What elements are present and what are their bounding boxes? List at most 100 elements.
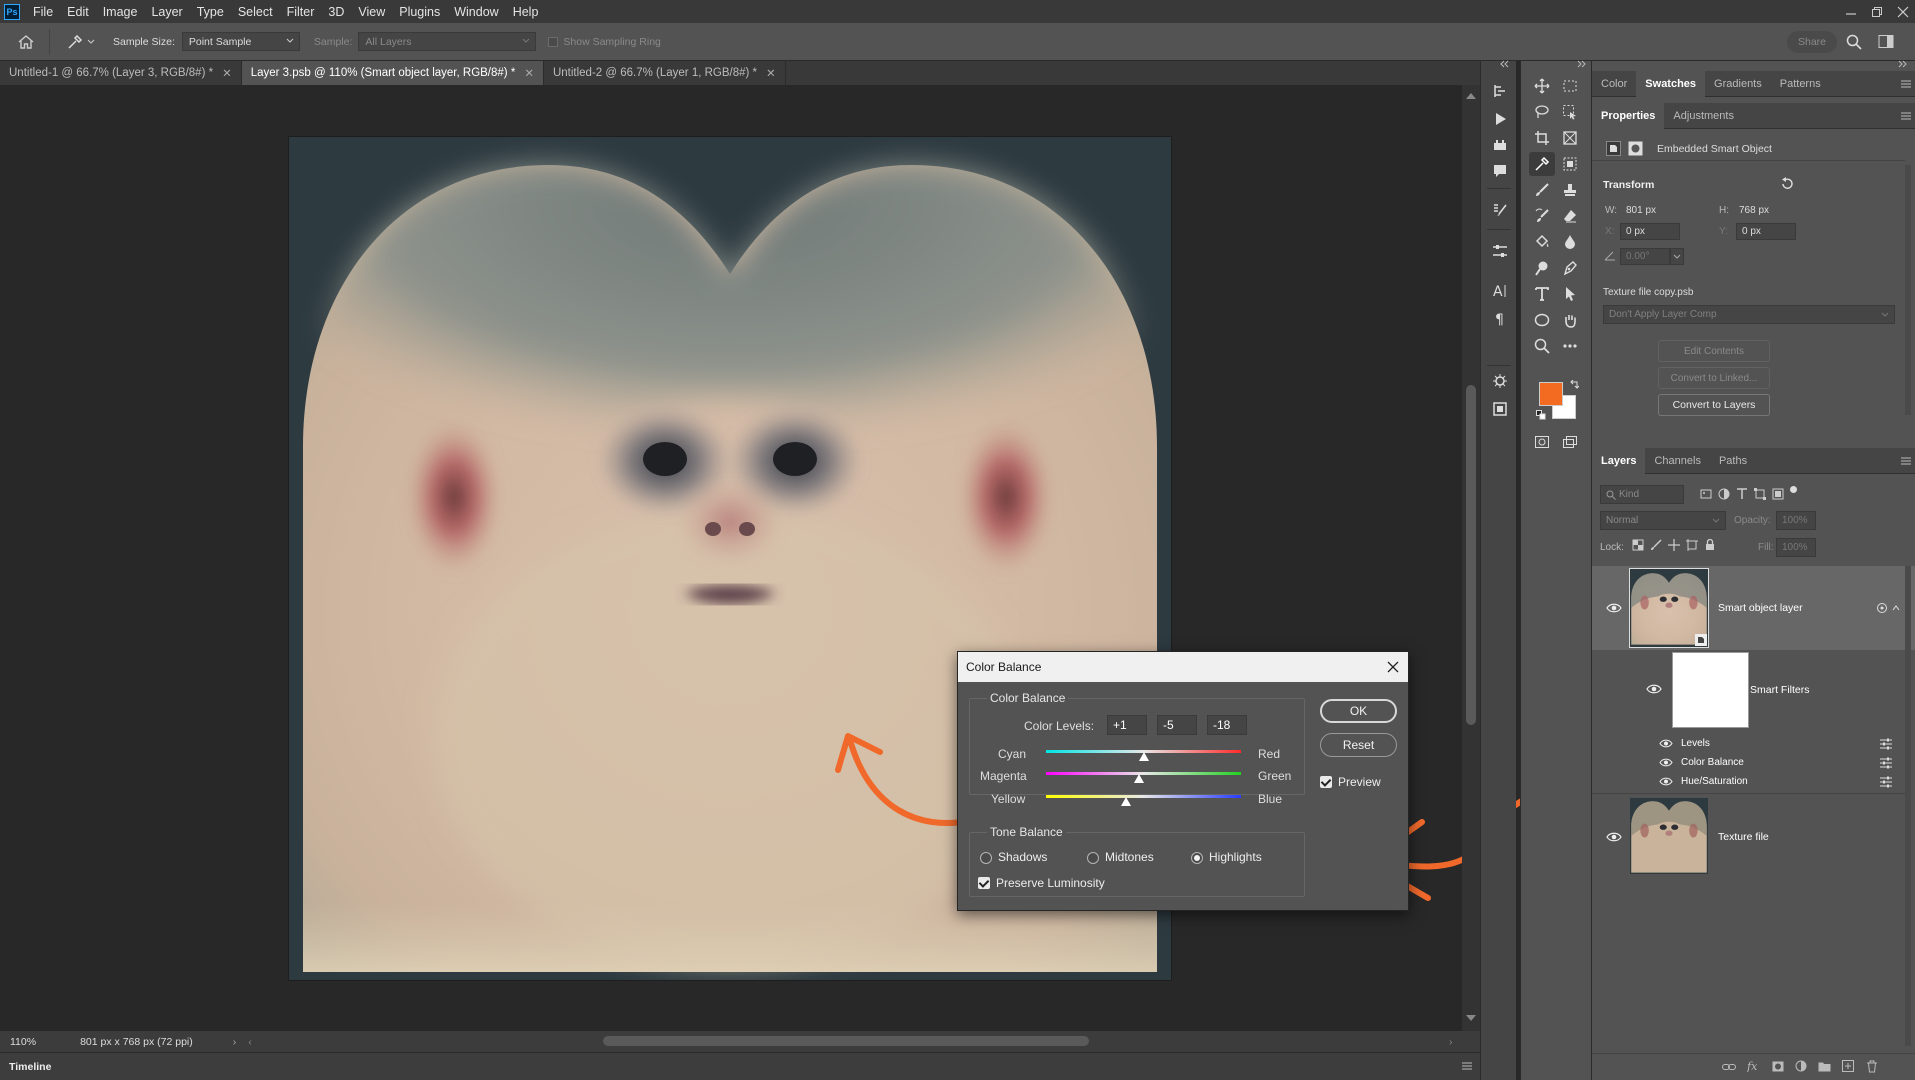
delete-layer-icon[interactable]: [1866, 1060, 1878, 1073]
timeline-label[interactable]: Timeline: [9, 1061, 51, 1073]
color-level-cyan-red-field[interactable]: +1: [1107, 715, 1147, 735]
vertical-scrollbar[interactable]: [1462, 85, 1480, 1031]
rotate-view-tool[interactable]: [1557, 308, 1583, 332]
scroll-down-arrow[interactable]: [1466, 1015, 1476, 1021]
eyedropper-tool[interactable]: [1529, 152, 1555, 176]
expand-arrows-icon[interactable]: [1577, 60, 1587, 68]
shadows-radio[interactable]: [980, 852, 992, 864]
cyan-red-slider-thumb[interactable]: [1139, 752, 1150, 761]
preserve-luminosity-checkbox[interactable]: [978, 877, 990, 889]
shape-tool[interactable]: [1529, 308, 1555, 332]
filter-options-icon[interactable]: [1880, 776, 1892, 788]
tab-color[interactable]: Color: [1592, 71, 1636, 97]
smart-filters-indicator-icon[interactable]: [1876, 602, 1888, 614]
edit-contents-button[interactable]: Edit Contents: [1658, 340, 1770, 362]
scroll-left-arrow[interactable]: ‹: [248, 1036, 252, 1048]
angle-field[interactable]: 0.00°: [1620, 248, 1670, 265]
properties-scrollbar[interactable]: [1905, 165, 1911, 415]
visibility-eye-icon[interactable]: [1606, 602, 1622, 614]
filter-toggle[interactable]: [1790, 486, 1797, 493]
layer-comp-select[interactable]: Don't Apply Layer Comp: [1603, 305, 1895, 324]
paragraph-icon[interactable]: ¶: [1492, 311, 1508, 327]
adjustment-sliders-icon[interactable]: [1492, 243, 1508, 259]
marquee-tool[interactable]: [1557, 74, 1583, 98]
panel-menu-icon[interactable]: [1901, 80, 1911, 88]
tab-properties[interactable]: Properties: [1592, 102, 1665, 129]
visibility-eye-icon[interactable]: [1659, 757, 1675, 769]
dialog-title-bar[interactable]: Color Balance: [958, 652, 1408, 682]
visibility-eye-icon[interactable]: [1646, 683, 1662, 695]
scroll-right-arrow[interactable]: ›: [1449, 1036, 1453, 1048]
filter-row-levels[interactable]: Levels: [1592, 735, 1915, 753]
object-selection-tool[interactable]: [1557, 100, 1583, 124]
zoom-tool[interactable]: [1529, 334, 1555, 358]
fill-field[interactable]: 100%: [1776, 538, 1816, 557]
paint-bucket-tool[interactable]: [1529, 230, 1555, 254]
pen-tool[interactable]: [1557, 256, 1583, 280]
collapse-arrows-icon[interactable]: [1499, 60, 1509, 68]
panel-menu-icon[interactable]: [1462, 1062, 1472, 1070]
type-tool[interactable]: [1529, 282, 1555, 306]
filter-shape-icon[interactable]: [1754, 488, 1766, 500]
shadows-label[interactable]: Shadows: [998, 850, 1047, 864]
new-layer-icon[interactable]: [1842, 1060, 1854, 1072]
yellow-blue-slider-thumb[interactable]: [1120, 797, 1131, 806]
reset-button[interactable]: Reset: [1320, 733, 1397, 757]
tab-swatches[interactable]: Swatches: [1636, 70, 1706, 97]
zoom-level[interactable]: 110%: [10, 1036, 36, 1048]
layers-scrollbar[interactable]: [1905, 566, 1911, 1046]
visibility-eye-icon[interactable]: [1659, 738, 1675, 750]
document-info[interactable]: 801 px x 768 px (72 ppi): [80, 1036, 193, 1048]
more-tools[interactable]: [1557, 334, 1583, 358]
foreground-color-swatch[interactable]: [1539, 382, 1563, 406]
filter-smart-object-icon[interactable]: [1772, 488, 1784, 500]
preserve-luminosity-label[interactable]: Preserve Luminosity: [996, 876, 1105, 890]
blur-tool[interactable]: [1557, 230, 1583, 254]
opacity-field[interactable]: 100%: [1776, 511, 1816, 530]
blend-mode-select[interactable]: Normal: [1600, 511, 1726, 530]
tab-adjustments[interactable]: Adjustments: [1664, 103, 1743, 129]
close-icon[interactable]: [1387, 661, 1399, 673]
eraser-tool[interactable]: [1557, 204, 1583, 228]
panel-menu-icon[interactable]: [1901, 112, 1911, 120]
x-field[interactable]: 0 px: [1620, 223, 1680, 240]
layer-row-texture-file[interactable]: Texture file: [1592, 795, 1915, 879]
lock-transparency-icon[interactable]: [1632, 539, 1644, 551]
color-level-magenta-green-field[interactable]: -5: [1157, 715, 1197, 735]
tab-channels[interactable]: Channels: [1645, 448, 1709, 474]
horizontal-scroll-thumb[interactable]: [603, 1036, 1089, 1046]
reset-transform-icon[interactable]: [1780, 177, 1794, 191]
swap-colors-icon[interactable]: [1569, 380, 1579, 390]
screen-mode-tool[interactable]: [1557, 430, 1583, 454]
yellow-blue-slider-track[interactable]: [1046, 795, 1241, 798]
lock-artboard-icon[interactable]: [1686, 539, 1698, 551]
midtones-radio[interactable]: [1087, 852, 1099, 864]
layer-kind-filter[interactable]: Kind: [1600, 485, 1684, 504]
filter-pixel-icon[interactable]: [1700, 488, 1712, 500]
history-icon[interactable]: [1492, 83, 1508, 99]
layer-name[interactable]: Texture file: [1718, 831, 1769, 843]
link-layers-icon[interactable]: [1722, 1062, 1736, 1072]
three-d-icon[interactable]: [1492, 373, 1508, 389]
color-level-yellow-blue-field[interactable]: -18: [1207, 715, 1247, 735]
tab-layers[interactable]: Layers: [1592, 447, 1646, 474]
history-brush-tool[interactable]: [1529, 204, 1555, 228]
stamp-tool[interactable]: [1557, 178, 1583, 202]
patch-tool[interactable]: [1557, 152, 1583, 176]
filter-type-icon[interactable]: [1736, 488, 1748, 500]
highlights-radio[interactable]: [1191, 852, 1203, 864]
dodge-tool[interactable]: [1529, 256, 1555, 280]
layer-row-smart-object[interactable]: Smart object layer: [1592, 566, 1915, 650]
filter-options-icon[interactable]: [1880, 738, 1892, 750]
filter-row-hue-saturation[interactable]: Hue/Saturation: [1592, 773, 1915, 791]
smart-filter-mask-thumbnail[interactable]: [1672, 652, 1749, 728]
crop-tool[interactable]: [1529, 126, 1555, 150]
panel-menu-icon[interactable]: [1901, 457, 1911, 465]
preview-label[interactable]: Preview: [1338, 775, 1381, 789]
character-icon[interactable]: A: [1492, 283, 1508, 299]
chevron-right-icon[interactable]: ›: [233, 1036, 237, 1048]
visibility-eye-icon[interactable]: [1659, 776, 1675, 788]
filter-options-icon[interactable]: [1880, 757, 1892, 769]
lock-all-icon[interactable]: [1704, 539, 1716, 551]
layer-name[interactable]: Smart object layer: [1718, 602, 1803, 614]
